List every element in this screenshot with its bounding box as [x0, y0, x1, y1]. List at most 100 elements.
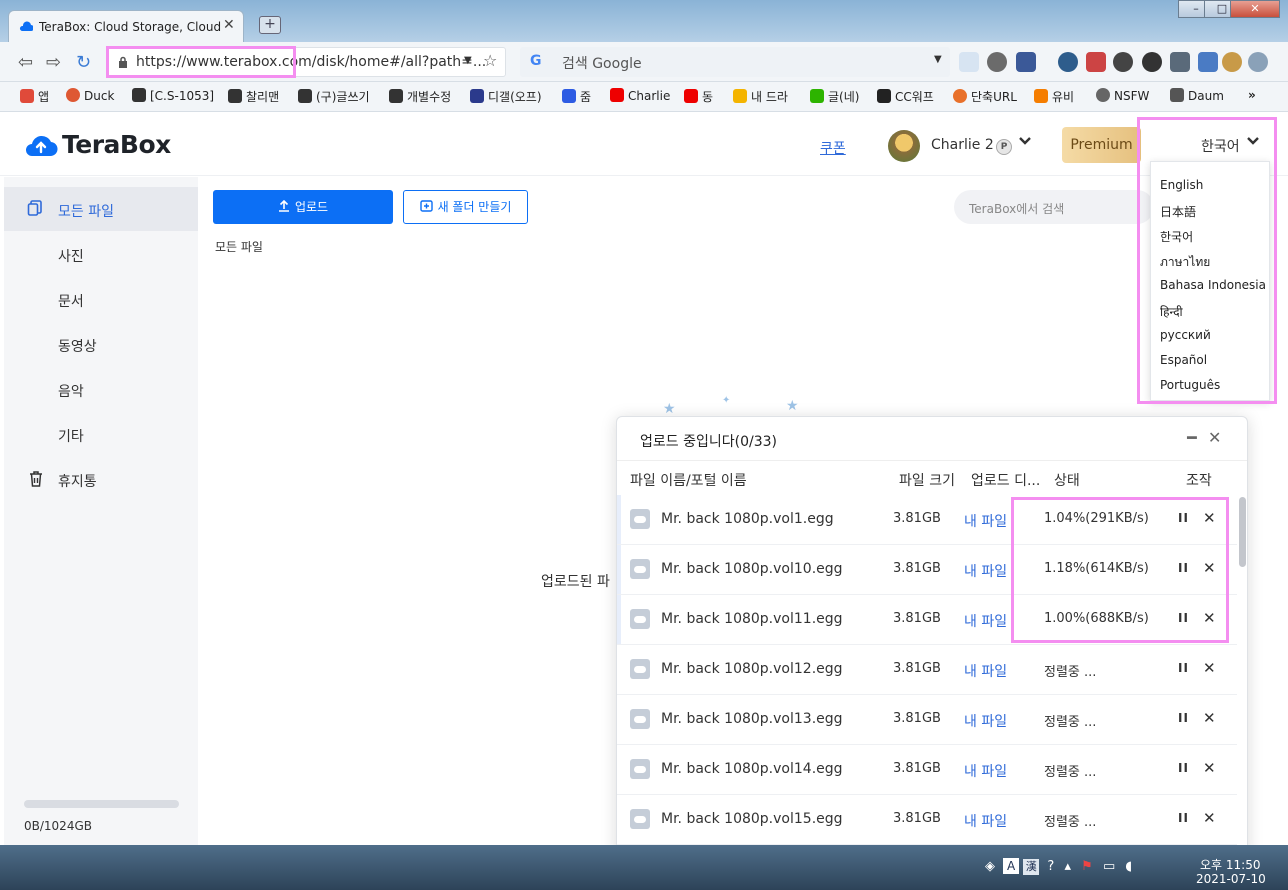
network-icon[interactable]: ◈ — [985, 859, 995, 874]
close-icon[interactable]: ✕ — [1208, 428, 1221, 447]
bookmark-duck[interactable]: Duck — [66, 88, 114, 103]
language-option[interactable]: русский — [1160, 328, 1211, 342]
google-search-box[interactable]: G 검색 Google ▼ — [520, 47, 950, 77]
browser-tab[interactable]: TeraBox: Cloud Storage, Cloud Ba ✕ — [8, 10, 244, 42]
chevron-down-icon[interactable] — [1018, 136, 1032, 146]
language-option[interactable]: Español — [1160, 353, 1207, 367]
language-option[interactable]: English — [1160, 178, 1203, 192]
cancel-icon[interactable]: ✕ — [1203, 559, 1216, 577]
close-window-button[interactable]: ✕ — [1230, 0, 1280, 18]
cancel-icon[interactable]: ✕ — [1203, 609, 1216, 627]
extension-hand-icon[interactable] — [987, 52, 1007, 72]
back-arrow-icon[interactable]: ⇦ — [18, 52, 33, 73]
sidebar-item-documents[interactable]: 문서 — [58, 291, 84, 311]
pause-icon[interactable]: II — [1178, 811, 1189, 825]
upload-button[interactable]: 업로드 — [213, 190, 393, 224]
bookmark-yubi[interactable]: 유비 — [1034, 88, 1074, 105]
help-icon[interactable]: ? — [1047, 859, 1054, 874]
sidebar-item-trash[interactable]: 휴지통 — [58, 471, 97, 491]
destination-link[interactable]: 내 파일 — [964, 611, 1007, 631]
sidebar-item-other[interactable]: 기타 — [58, 426, 84, 446]
bookmark-edit[interactable]: 개별수정 — [389, 88, 451, 105]
pause-icon[interactable]: II — [1178, 561, 1189, 575]
search-dropdown-icon[interactable]: ▼ — [934, 54, 942, 65]
scrollbar-thumb[interactable] — [1239, 497, 1246, 567]
destination-link[interactable]: 내 파일 — [964, 661, 1007, 681]
sidebar-item-label[interactable]: 모든 파일 — [58, 201, 114, 221]
bookmark-ccwarp[interactable]: CC워프 — [877, 88, 934, 105]
address-url[interactable]: https://www.terabox.com/disk/home#/all?p… — [136, 54, 486, 70]
cancel-icon[interactable]: ✕ — [1203, 759, 1216, 777]
bookmark-cs1053[interactable]: [C.S-1053] — [132, 88, 214, 103]
bookmark-nsfw[interactable]: NSFW — [1096, 88, 1149, 103]
sidebar-item-music[interactable]: 음악 — [58, 381, 84, 401]
bookmark-daum[interactable]: Daum — [1170, 88, 1224, 103]
new-folder-button[interactable]: 새 폴더 만들기 — [403, 190, 528, 224]
username[interactable]: Charlie 2 — [931, 137, 994, 153]
bookmark-dong[interactable]: 동 — [684, 88, 713, 105]
pause-icon[interactable]: II — [1178, 761, 1189, 775]
bookmark-short-url[interactable]: 단축URL — [953, 88, 1017, 105]
bookmark-drive[interactable]: 내 드라 — [733, 88, 788, 105]
bookmark-apps[interactable]: 앱 — [20, 88, 49, 105]
clock-time[interactable]: 오후 11:50 — [1200, 856, 1260, 873]
cancel-icon[interactable]: ✕ — [1203, 809, 1216, 827]
home-icon[interactable] — [959, 52, 979, 72]
bookmark-charlie[interactable]: Charlie — [610, 88, 670, 103]
premium-button[interactable]: Premium — [1062, 127, 1141, 163]
language-option[interactable]: हिन्दी — [1160, 303, 1183, 320]
destination-link[interactable]: 내 파일 — [964, 761, 1007, 781]
extension-circle-icon[interactable] — [1142, 52, 1162, 72]
destination-link[interactable]: 내 파일 — [964, 561, 1007, 581]
chevron-down-icon[interactable] — [1246, 136, 1260, 146]
cancel-icon[interactable]: ✕ — [1203, 509, 1216, 527]
language-option[interactable]: Bahasa Indonesia — [1160, 278, 1266, 292]
tab-close-icon[interactable]: ✕ — [223, 17, 235, 33]
pause-icon[interactable]: II — [1178, 511, 1189, 525]
new-tab-button[interactable]: + — [259, 16, 281, 34]
hanja-icon[interactable]: 漢 — [1023, 859, 1040, 875]
pause-icon[interactable]: II — [1178, 611, 1189, 625]
bookmark-star-icon[interactable]: ☆ — [483, 51, 497, 70]
bookmark-charlieman[interactable]: 찰리맨 — [228, 88, 279, 105]
language-option[interactable]: 日本語 — [1160, 203, 1196, 220]
settings-menu-icon[interactable] — [1248, 52, 1268, 72]
bookmark-zoom[interactable]: 줌 — [562, 88, 591, 105]
destination-link[interactable]: 내 파일 — [964, 511, 1007, 531]
pause-icon[interactable]: II — [1178, 711, 1189, 725]
bookmarks-overflow-button[interactable]: » — [1248, 88, 1256, 102]
language-option[interactable]: 한국어 — [1160, 228, 1193, 245]
extension-cursor-icon[interactable] — [1058, 52, 1078, 72]
avatar[interactable] — [888, 130, 920, 162]
sidebar-item-photos[interactable]: 사진 — [58, 246, 84, 266]
extensions-puzzle-icon[interactable] — [1198, 52, 1218, 72]
extension-s3-icon[interactable] — [1086, 52, 1106, 72]
language-option[interactable]: ภาษาไทย — [1160, 253, 1210, 272]
destination-link[interactable]: 내 파일 — [964, 811, 1007, 831]
monitor-icon[interactable]: ▭ — [1103, 859, 1115, 874]
destination-link[interactable]: 내 파일 — [964, 711, 1007, 731]
cancel-icon[interactable]: ✕ — [1203, 659, 1216, 677]
flag-icon[interactable]: ⚑ — [1081, 859, 1093, 874]
search-input[interactable]: TeraBox에서 검색 — [954, 190, 1154, 224]
coupon-link[interactable]: 쿠폰 — [820, 138, 846, 158]
volume-icon[interactable]: ◖ — [1125, 859, 1132, 874]
facebook-icon[interactable] — [1016, 52, 1036, 72]
cancel-icon[interactable]: ✕ — [1203, 709, 1216, 727]
bookmark-old-write[interactable]: (구)글쓰기 — [298, 88, 370, 105]
bookmark-blog[interactable]: 글(네) — [810, 88, 859, 105]
clock-date[interactable]: 2021-07-10 — [1196, 872, 1266, 886]
terabox-logo[interactable]: TeraBox — [62, 130, 171, 159]
profile-avatar-icon[interactable] — [1222, 52, 1242, 72]
extension-image-icon[interactable] — [1170, 52, 1190, 72]
sidebar-item-videos[interactable]: 동영상 — [58, 336, 97, 356]
reload-icon[interactable]: ↻ — [76, 52, 91, 73]
forward-arrow-icon[interactable]: ⇨ — [46, 52, 61, 73]
pause-icon[interactable]: II — [1178, 661, 1189, 675]
language-selector[interactable]: 한국어 — [1201, 136, 1240, 156]
tray-overflow-icon[interactable]: ▴ — [1064, 859, 1071, 874]
language-option[interactable]: Português — [1160, 378, 1220, 392]
minimize-icon[interactable]: ━ — [1187, 428, 1197, 447]
ime-icon[interactable]: A — [1003, 858, 1020, 874]
extension-eyes-icon[interactable] — [1113, 52, 1133, 72]
